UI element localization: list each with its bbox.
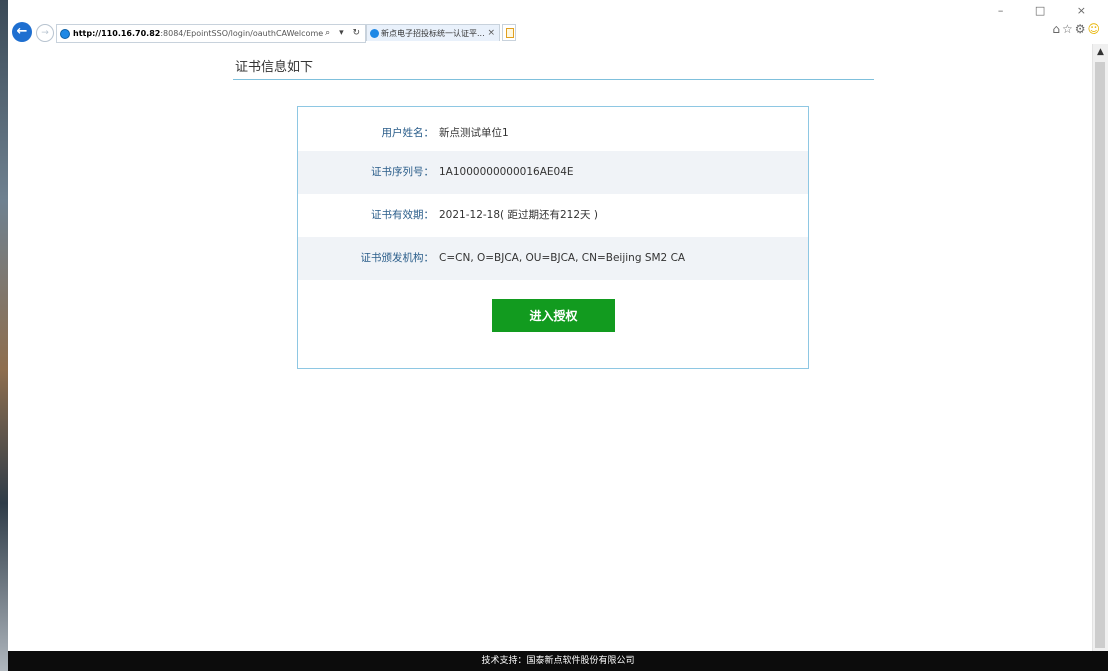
scroll-thumb[interactable] — [1095, 62, 1105, 648]
settings-icon[interactable]: ⚙ — [1075, 22, 1088, 36]
cert-row-issuer: 证书颁发机构： C=CN, O=BJCA, OU=BJCA, CN=Beijin… — [298, 237, 808, 280]
cert-label: 证书序列号： — [371, 166, 434, 178]
footer: 技术支持：国泰新点软件股份有限公司 — [8, 651, 1108, 671]
scroll-up-icon[interactable]: ▲ — [1093, 44, 1108, 60]
cert-value: 新点测试单位1 — [439, 127, 509, 139]
ie-icon — [60, 28, 70, 39]
footer-text: 技术支持：国泰新点软件股份有限公司 — [481, 656, 635, 666]
desktop-background-strip — [0, 0, 8, 671]
browser-chrome: ← → http://110.16.70.82:8084/EpointSSO/l… — [8, 0, 1108, 45]
tab-close-icon[interactable]: × — [487, 25, 495, 41]
home-icon[interactable]: ⌂ — [1052, 22, 1062, 36]
enter-authorization-button[interactable]: 进入授权 — [492, 299, 615, 332]
page-title-text: 证书信息如下 — [235, 60, 314, 75]
browser-tab[interactable]: 新点电子招投标统一认证平... × — [366, 24, 500, 41]
cert-value: 1A1000000000016AE04E — [439, 166, 574, 178]
cert-label: 用户姓名： — [381, 127, 435, 139]
address-tools[interactable]: ⌕ ▾ ↻ — [323, 25, 363, 42]
toolbar-icons[interactable]: ⌂☆⚙☺ — [1052, 22, 1102, 36]
cert-row-user-name: 用户姓名： 新点测试单位1 — [298, 112, 808, 155]
cert-value: 2021-12-18( 距过期还有212天 ) — [439, 209, 598, 221]
cert-row-serial: 证书序列号： 1A1000000000016AE04E — [298, 151, 808, 194]
favorites-icon[interactable]: ☆ — [1062, 22, 1075, 36]
tab-title: 新点电子招投标统一认证平... — [381, 29, 485, 38]
page-content: 证书信息如下 用户姓名： 新点测试单位1 证书序列号： 1A1000000000… — [8, 44, 1092, 651]
feedback-icon[interactable]: ☺ — [1087, 22, 1102, 36]
cert-value: C=CN, O=BJCA, OU=BJCA, CN=Beijing SM2 CA — [439, 252, 686, 264]
url-host: http://110.16.70.82 — [73, 29, 161, 38]
page-title: 证书信息如下 — [233, 54, 874, 80]
certificate-info-card: 用户姓名： 新点测试单位1 证书序列号： 1A1000000000016AE04… — [297, 106, 809, 369]
new-tab-button[interactable] — [502, 24, 516, 41]
back-button[interactable]: ← — [12, 22, 32, 42]
forward-button[interactable]: → — [36, 24, 54, 42]
address-bar[interactable]: http://110.16.70.82:8084/EpointSSO/login… — [56, 24, 366, 43]
cert-label: 证书颁发机构： — [360, 252, 435, 264]
vertical-scrollbar[interactable]: ▲ — [1092, 44, 1108, 651]
window-controls[interactable]: – □ × — [998, 4, 1100, 17]
cert-label: 证书有效期： — [371, 209, 434, 221]
tab-ie-icon — [370, 29, 379, 38]
cert-row-validity: 证书有效期： 2021-12-18( 距过期还有212天 ) — [298, 194, 808, 237]
